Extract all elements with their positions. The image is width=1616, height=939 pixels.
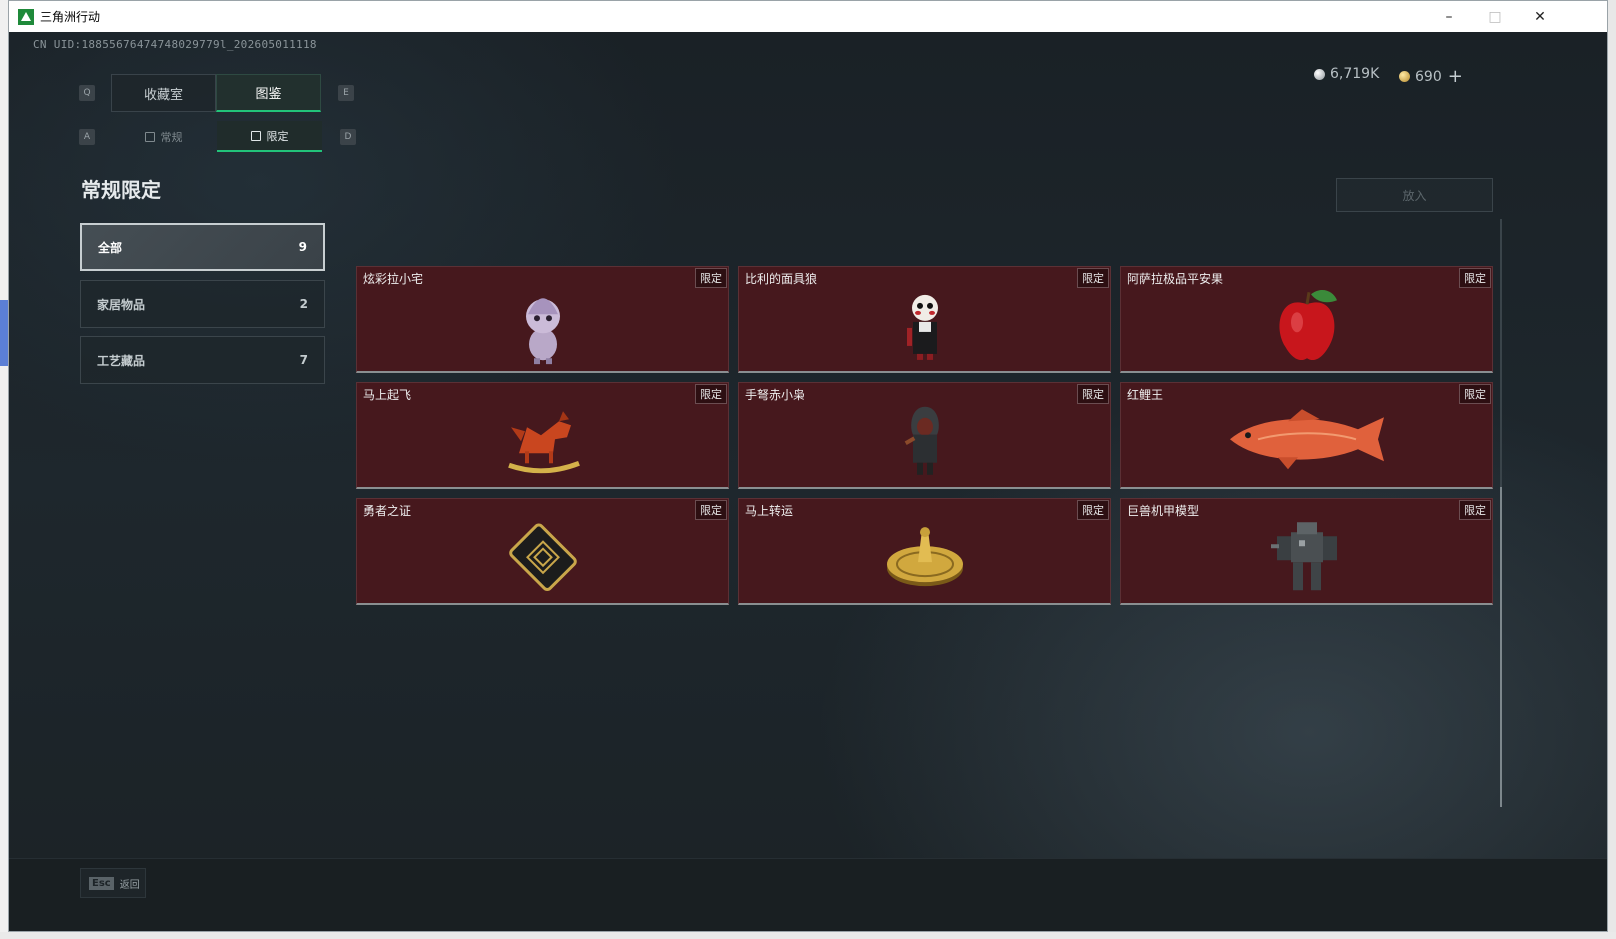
limited-badge: 限定 bbox=[695, 268, 727, 288]
item-grid: 炫彩拉小宅 限定 比利的面具狼 限定 阿萨拉极品平安果 限定 马上起飞 限定 手… bbox=[356, 266, 1493, 605]
game-viewport: CN UID:18855676474748029779l_20260501111… bbox=[9, 32, 1607, 931]
category-count: 2 bbox=[299, 297, 308, 311]
gold-coin-icon bbox=[1399, 71, 1410, 82]
window-title: 三角洲行动 bbox=[40, 10, 101, 24]
category-count: 9 bbox=[298, 240, 307, 254]
regular-icon bbox=[144, 131, 155, 142]
limited-icon bbox=[250, 130, 261, 141]
limited-badge: 限定 bbox=[1077, 384, 1109, 404]
back-button[interactable]: Esc 返回 bbox=[80, 868, 146, 898]
desktop-selection bbox=[0, 300, 8, 366]
limited-badge: 限定 bbox=[695, 384, 727, 404]
page-title: 常规限定 bbox=[81, 178, 161, 202]
close-button[interactable]: ✕ bbox=[1517, 1, 1563, 32]
app-logo-icon bbox=[18, 8, 34, 25]
item-card[interactable]: 比利的面具狼 限定 bbox=[738, 266, 1111, 373]
doll-icon bbox=[525, 298, 560, 365]
hooded-figure-icon bbox=[904, 406, 939, 475]
key-hint-e: E bbox=[338, 85, 354, 101]
limited-badge: 限定 bbox=[1459, 500, 1491, 520]
item-name: 马上起飞 bbox=[363, 388, 412, 402]
minimize-button[interactable]: – bbox=[1426, 1, 1472, 32]
category-label: 全部 bbox=[98, 240, 123, 255]
item-name: 手弩赤小枭 bbox=[745, 388, 806, 402]
key-hint-a: A bbox=[79, 129, 95, 145]
item-name: 比利的面具狼 bbox=[745, 272, 818, 286]
limited-badge: 限定 bbox=[1077, 268, 1109, 288]
scrollbar[interactable] bbox=[1500, 219, 1502, 807]
item-card[interactable]: 勇者之证 限定 bbox=[356, 498, 729, 605]
item-name: 红鲤王 bbox=[1127, 388, 1164, 402]
category-crafts[interactable]: 工艺藏品 7 bbox=[80, 336, 325, 384]
puppet-icon bbox=[906, 294, 938, 360]
item-card[interactable]: 红鲤王 限定 bbox=[1120, 382, 1493, 489]
limited-badge: 限定 bbox=[1459, 268, 1491, 288]
footer-bar: Esc 返回 bbox=[9, 858, 1607, 931]
subtab-regular-label: 常规 bbox=[160, 130, 183, 144]
key-hint-q: Q bbox=[79, 85, 95, 101]
item-card[interactable]: 马上起飞 限定 bbox=[356, 382, 729, 489]
card-icon bbox=[508, 523, 577, 592]
category-all[interactable]: 全部 9 bbox=[80, 223, 325, 271]
limited-badge: 限定 bbox=[695, 500, 727, 520]
item-name: 巨兽机甲模型 bbox=[1127, 504, 1200, 518]
uid-label: CN UID:18855676474748029779l_20260501111… bbox=[33, 38, 317, 51]
tab-codex[interactable]: 图鉴 bbox=[216, 74, 321, 112]
rocking-horse-icon bbox=[507, 411, 580, 474]
apple-icon bbox=[1279, 289, 1337, 361]
add-currency-button[interactable]: + bbox=[1448, 66, 1463, 87]
esc-key: Esc bbox=[89, 876, 114, 890]
item-name: 勇者之证 bbox=[363, 504, 412, 518]
subtab-regular[interactable]: 常规 bbox=[111, 121, 216, 152]
category-home-items[interactable]: 家居物品 2 bbox=[80, 280, 325, 328]
item-name: 马上转运 bbox=[745, 504, 794, 518]
scrollbar-thumb[interactable] bbox=[1500, 487, 1502, 807]
subtab-limited[interactable]: 限定 bbox=[217, 121, 322, 152]
desktop-bottom bbox=[0, 932, 1616, 939]
golden-coin-icon bbox=[886, 527, 963, 587]
mech-icon bbox=[1270, 522, 1337, 591]
silver-amount: 6,719K bbox=[1330, 66, 1380, 82]
item-card[interactable]: 手弩赤小枭 限定 bbox=[738, 382, 1111, 489]
back-label: 返回 bbox=[119, 879, 140, 891]
item-card[interactable]: 阿萨拉极品平安果 限定 bbox=[1120, 266, 1493, 373]
silver-currency: 6,719K bbox=[1314, 66, 1379, 82]
key-hint-d: D bbox=[340, 129, 356, 145]
item-card[interactable]: 马上转运 限定 bbox=[738, 498, 1111, 605]
app-window: 三角洲行动 – □ ✕ CN UID:18855676474748029779l… bbox=[8, 0, 1608, 932]
place-button[interactable]: 放入 bbox=[1336, 178, 1493, 212]
silver-coin-icon bbox=[1314, 68, 1325, 80]
category-label: 家居物品 bbox=[97, 297, 146, 312]
carp-icon bbox=[1229, 409, 1384, 470]
tab-collection-room[interactable]: 收藏室 bbox=[111, 74, 216, 112]
limited-badge: 限定 bbox=[1077, 500, 1109, 520]
limited-badge: 限定 bbox=[1459, 384, 1491, 404]
title-bar[interactable]: 三角洲行动 – □ ✕ bbox=[9, 1, 1607, 32]
item-name: 炫彩拉小宅 bbox=[363, 272, 424, 286]
item-card[interactable]: 巨兽机甲模型 限定 bbox=[1120, 498, 1493, 605]
subtab-limited-label: 限定 bbox=[266, 129, 289, 143]
desktop-edge bbox=[0, 0, 8, 939]
category-count: 7 bbox=[299, 353, 308, 367]
maximize-button[interactable]: □ bbox=[1472, 1, 1518, 32]
gold-currency: 690 + bbox=[1399, 66, 1463, 87]
category-label: 工艺藏品 bbox=[97, 353, 146, 368]
item-card[interactable]: 炫彩拉小宅 限定 bbox=[356, 266, 729, 373]
item-name: 阿萨拉极品平安果 bbox=[1127, 272, 1224, 286]
gold-amount: 690 bbox=[1415, 68, 1442, 85]
